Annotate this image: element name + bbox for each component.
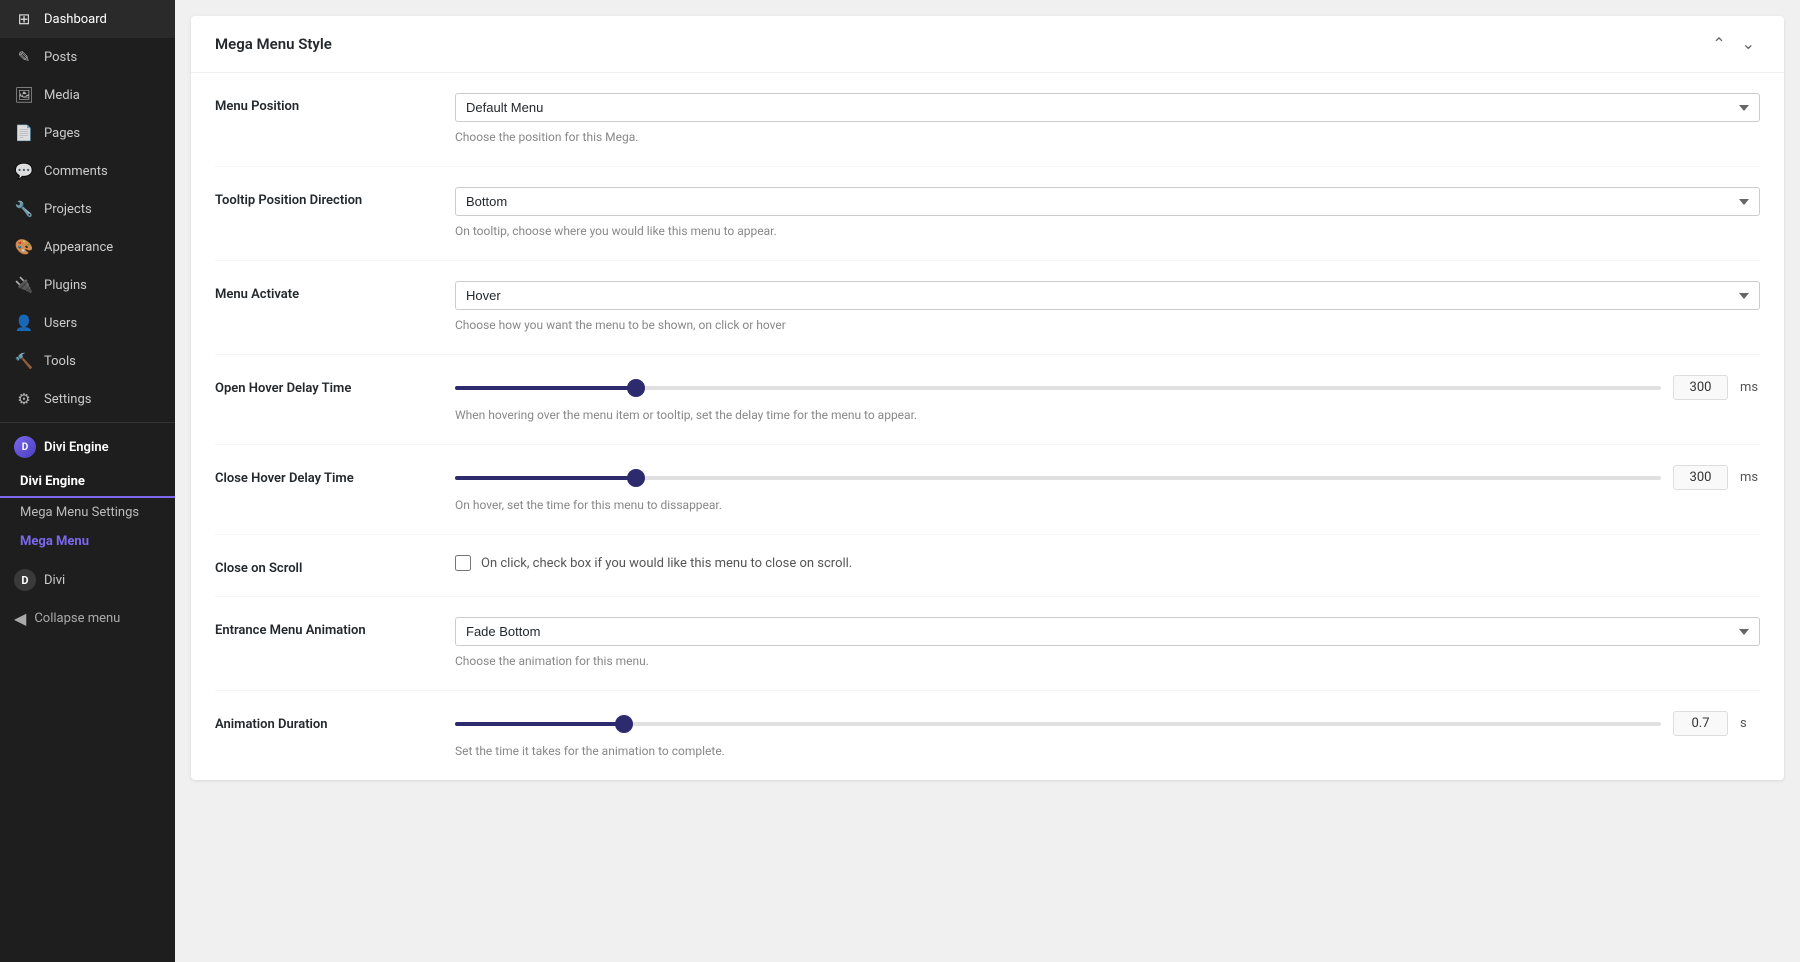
menu-activate-description: Choose how you want the menu to be shown… bbox=[455, 316, 1760, 334]
menu-activate-label: Menu Activate bbox=[215, 281, 455, 302]
close-hover-delay-unit: ms bbox=[1740, 470, 1760, 485]
menu-position-row: Menu Position Default Menu Custom Positi… bbox=[215, 73, 1760, 167]
open-hover-delay-unit: ms bbox=[1740, 380, 1760, 395]
animation-duration-content: 0.7 s Set the time it takes for the anim… bbox=[455, 711, 1760, 760]
open-hover-delay-label: Open Hover Delay Time bbox=[215, 375, 455, 396]
close-hover-delay-label: Close Hover Delay Time bbox=[215, 465, 455, 486]
close-hover-delay-description: On hover, set the time for this menu to … bbox=[455, 496, 1760, 514]
close-on-scroll-row: Close on Scroll On click, check box if y… bbox=[215, 535, 1760, 597]
sidebar-item-media[interactable]: 🖼 Media bbox=[0, 76, 175, 114]
plugins-icon: 🔌 bbox=[14, 275, 34, 295]
close-on-scroll-label: Close on Scroll bbox=[215, 555, 455, 576]
close-hover-delay-thumb[interactable] bbox=[627, 469, 645, 487]
tools-icon: 🔨 bbox=[14, 351, 34, 371]
close-hover-delay-fill bbox=[455, 476, 636, 480]
settings-container: Menu Position Default Menu Custom Positi… bbox=[191, 73, 1784, 780]
close-on-scroll-checkbox-row: On click, check box if you would like th… bbox=[455, 555, 1760, 571]
entrance-animation-description: Choose the animation for this menu. bbox=[455, 652, 1760, 670]
chevron-up-button[interactable]: ⌃ bbox=[1707, 32, 1730, 56]
menu-activate-row: Menu Activate Hover Click Choose how you… bbox=[215, 261, 1760, 355]
sidebar-item-projects[interactable]: 🔧 Projects bbox=[0, 190, 175, 228]
panel-title: Mega Menu Style bbox=[215, 35, 332, 53]
sidebar-item-appearance[interactable]: 🎨 Appearance bbox=[0, 228, 175, 266]
menu-activate-content: Hover Click Choose how you want the menu… bbox=[455, 281, 1760, 334]
animation-duration-value: 0.7 bbox=[1673, 711, 1728, 736]
animation-duration-label: Animation Duration bbox=[215, 711, 455, 732]
tooltip-position-row: Tooltip Position Direction Bottom Top Le… bbox=[215, 167, 1760, 261]
close-on-scroll-content: On click, check box if you would like th… bbox=[455, 555, 1760, 571]
menu-position-select[interactable]: Default Menu Custom Position bbox=[455, 93, 1760, 122]
animation-duration-unit: s bbox=[1740, 716, 1760, 731]
animation-duration-row: Animation Duration 0.7 s Set the time it… bbox=[215, 691, 1760, 780]
pages-icon: 📄 bbox=[14, 123, 34, 143]
sidebar-item-posts[interactable]: ✎ Posts bbox=[0, 38, 175, 76]
header-chevrons: ⌃ ⌄ bbox=[1707, 32, 1760, 56]
media-icon: 🖼 bbox=[14, 85, 34, 105]
open-hover-delay-description: When hovering over the menu item or tool… bbox=[455, 406, 1760, 424]
collapse-icon: ◀ bbox=[14, 609, 26, 628]
dashboard-icon: ⊞ bbox=[14, 9, 34, 29]
close-on-scroll-checkbox-label: On click, check box if you would like th… bbox=[481, 556, 852, 571]
menu-position-label: Menu Position bbox=[215, 93, 455, 114]
tooltip-position-content: Bottom Top Left Right On tooltip, choose… bbox=[455, 187, 1760, 240]
open-hover-delay-row: Open Hover Delay Time 300 ms When hoveri… bbox=[215, 355, 1760, 445]
appearance-icon: 🎨 bbox=[14, 237, 34, 257]
tooltip-position-description: On tooltip, choose where you would like … bbox=[455, 222, 1760, 240]
sidebar-item-plugins[interactable]: 🔌 Plugins bbox=[0, 266, 175, 304]
posts-icon: ✎ bbox=[14, 47, 34, 67]
sidebar-sub-divi-engine[interactable]: Divi Engine bbox=[0, 467, 175, 498]
sidebar: ⊞ Dashboard ✎ Posts 🖼 Media 📄 Pages 💬 Co… bbox=[0, 0, 175, 962]
open-hover-delay-fill bbox=[455, 386, 636, 390]
open-hover-delay-track[interactable] bbox=[455, 386, 1661, 390]
animation-duration-fill bbox=[455, 722, 624, 726]
divi-d-icon: D bbox=[14, 569, 36, 591]
animation-duration-track[interactable] bbox=[455, 722, 1661, 726]
menu-activate-select[interactable]: Hover Click bbox=[455, 281, 1760, 310]
sidebar-item-settings[interactable]: ⚙ Settings bbox=[0, 380, 175, 418]
close-hover-delay-value: 300 bbox=[1673, 465, 1728, 490]
animation-duration-slider-row: 0.7 s bbox=[455, 711, 1760, 736]
comments-icon: 💬 bbox=[14, 161, 34, 181]
sidebar-item-users[interactable]: 👤 Users bbox=[0, 304, 175, 342]
close-hover-delay-slider-row: 300 ms bbox=[455, 465, 1760, 490]
tooltip-position-select[interactable]: Bottom Top Left Right bbox=[455, 187, 1760, 216]
main-content: Mega Menu Style ⌃ ⌄ Menu Position Defaul… bbox=[175, 0, 1800, 962]
menu-position-description: Choose the position for this Mega. bbox=[455, 128, 1760, 146]
close-hover-delay-content: 300 ms On hover, set the time for this m… bbox=[455, 465, 1760, 514]
sidebar-divi-engine[interactable]: D Divi Engine bbox=[0, 427, 175, 467]
open-hover-delay-value: 300 bbox=[1673, 375, 1728, 400]
sidebar-item-tools[interactable]: 🔨 Tools bbox=[0, 342, 175, 380]
chevron-down-button[interactable]: ⌄ bbox=[1737, 32, 1760, 56]
open-hover-delay-thumb[interactable] bbox=[627, 379, 645, 397]
close-hover-delay-track[interactable] bbox=[455, 476, 1661, 480]
close-hover-delay-row: Close Hover Delay Time 300 ms On hover, … bbox=[215, 445, 1760, 535]
close-on-scroll-checkbox[interactable] bbox=[455, 555, 471, 571]
sidebar-sub-mega-menu[interactable]: Mega Menu bbox=[0, 527, 175, 556]
sidebar-divi-bottom[interactable]: D Divi bbox=[0, 560, 175, 600]
content-area: Mega Menu Style ⌃ ⌄ Menu Position Defaul… bbox=[191, 16, 1784, 780]
sidebar-divider bbox=[0, 422, 175, 423]
entrance-animation-row: Entrance Menu Animation Fade Bottom Fade… bbox=[215, 597, 1760, 691]
collapse-menu-item[interactable]: ◀ Collapse menu bbox=[0, 600, 175, 637]
sidebar-item-pages[interactable]: 📄 Pages bbox=[0, 114, 175, 152]
open-hover-delay-slider-row: 300 ms bbox=[455, 375, 1760, 400]
divi-engine-icon: D bbox=[14, 436, 36, 458]
settings-icon: ⚙ bbox=[14, 389, 34, 409]
entrance-animation-select[interactable]: Fade Bottom Fade Top Fade Left Fade Righ… bbox=[455, 617, 1760, 646]
entrance-animation-label: Entrance Menu Animation bbox=[215, 617, 455, 638]
entrance-animation-content: Fade Bottom Fade Top Fade Left Fade Righ… bbox=[455, 617, 1760, 670]
tooltip-position-label: Tooltip Position Direction bbox=[215, 187, 455, 208]
sidebar-item-comments[interactable]: 💬 Comments bbox=[0, 152, 175, 190]
projects-icon: 🔧 bbox=[14, 199, 34, 219]
animation-duration-thumb[interactable] bbox=[615, 715, 633, 733]
mega-menu-style-header: Mega Menu Style ⌃ ⌄ bbox=[191, 16, 1784, 73]
sidebar-sub-mega-menu-settings[interactable]: Mega Menu Settings bbox=[0, 498, 175, 527]
users-icon: 👤 bbox=[14, 313, 34, 333]
open-hover-delay-content: 300 ms When hovering over the menu item … bbox=[455, 375, 1760, 424]
menu-position-content: Default Menu Custom Position Choose the … bbox=[455, 93, 1760, 146]
sidebar-item-dashboard[interactable]: ⊞ Dashboard bbox=[0, 0, 175, 38]
animation-duration-description: Set the time it takes for the animation … bbox=[455, 742, 1760, 760]
